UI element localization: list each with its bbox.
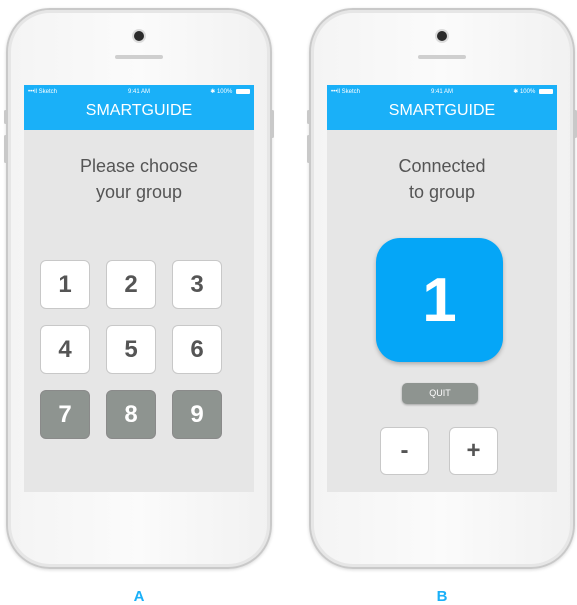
phone-frame-a: •••ll Sketch 9:41 AM ✱ 100% SMARTGUIDE P… <box>4 8 274 569</box>
current-group-tile: 1 <box>376 238 503 362</box>
group-button-7[interactable]: 7 <box>40 390 90 439</box>
battery-status: ✱ 100% <box>513 85 553 100</box>
bluetooth-icon: ✱ <box>513 89 519 95</box>
group-button-6[interactable]: 6 <box>172 325 222 374</box>
connected-line-2: to group <box>408 182 476 202</box>
increment-button[interactable]: + <box>449 427 498 475</box>
app-title: SMARTGUIDE <box>327 98 557 130</box>
battery-icon <box>539 88 553 94</box>
home-button[interactable] <box>428 547 456 555</box>
home-button[interactable] <box>125 547 153 555</box>
group-button-8[interactable]: 8 <box>106 390 156 439</box>
group-button-1[interactable]: 1 <box>40 260 90 309</box>
battery-icon <box>236 88 250 94</box>
phone-frame-b: •••ll Sketch 9:41 AM ✱ 100% SMARTGUIDE C… <box>307 8 577 569</box>
group-grid: 1 2 3 4 5 6 7 8 9 <box>40 260 222 439</box>
front-camera <box>437 31 447 41</box>
battery-percent: 100% <box>216 89 233 95</box>
screen-b: •••ll Sketch 9:41 AM ✱ 100% SMARTGUIDE C… <box>327 85 557 492</box>
status-bar: •••ll Sketch 9:41 AM ✱ 100% <box>327 85 557 100</box>
earpiece-speaker <box>115 55 163 59</box>
bluetooth-icon: ✱ <box>210 89 216 95</box>
group-button-9[interactable]: 9 <box>172 390 222 439</box>
decrement-button[interactable]: - <box>380 427 429 475</box>
status-bar: •••ll Sketch 9:41 AM ✱ 100% <box>24 85 254 100</box>
mute-switch <box>307 110 310 124</box>
volume-up-button <box>307 135 310 163</box>
battery-status: ✱ 100% <box>210 85 250 100</box>
front-camera <box>134 31 144 41</box>
quit-button[interactable]: QUIT <box>402 383 478 404</box>
power-button <box>271 110 274 138</box>
prompt-line-1: Please choose <box>79 156 199 176</box>
group-button-3[interactable]: 3 <box>172 260 222 309</box>
volume-up-button <box>4 135 7 163</box>
caption-b: B <box>436 588 448 605</box>
group-button-5[interactable]: 5 <box>106 325 156 374</box>
battery-percent: 100% <box>519 89 536 95</box>
earpiece-speaker <box>418 55 466 59</box>
caption-a: A <box>133 588 145 605</box>
app-title: SMARTGUIDE <box>24 98 254 130</box>
group-button-4[interactable]: 4 <box>40 325 90 374</box>
choose-group-prompt: Please choose your group <box>24 153 254 205</box>
mute-switch <box>4 110 7 124</box>
connected-message: Connected to group <box>327 153 557 205</box>
screen-a: •••ll Sketch 9:41 AM ✱ 100% SMARTGUIDE P… <box>24 85 254 492</box>
group-button-2[interactable]: 2 <box>106 260 156 309</box>
connected-line-1: Connected <box>398 156 486 176</box>
prompt-line-2: your group <box>95 182 183 202</box>
